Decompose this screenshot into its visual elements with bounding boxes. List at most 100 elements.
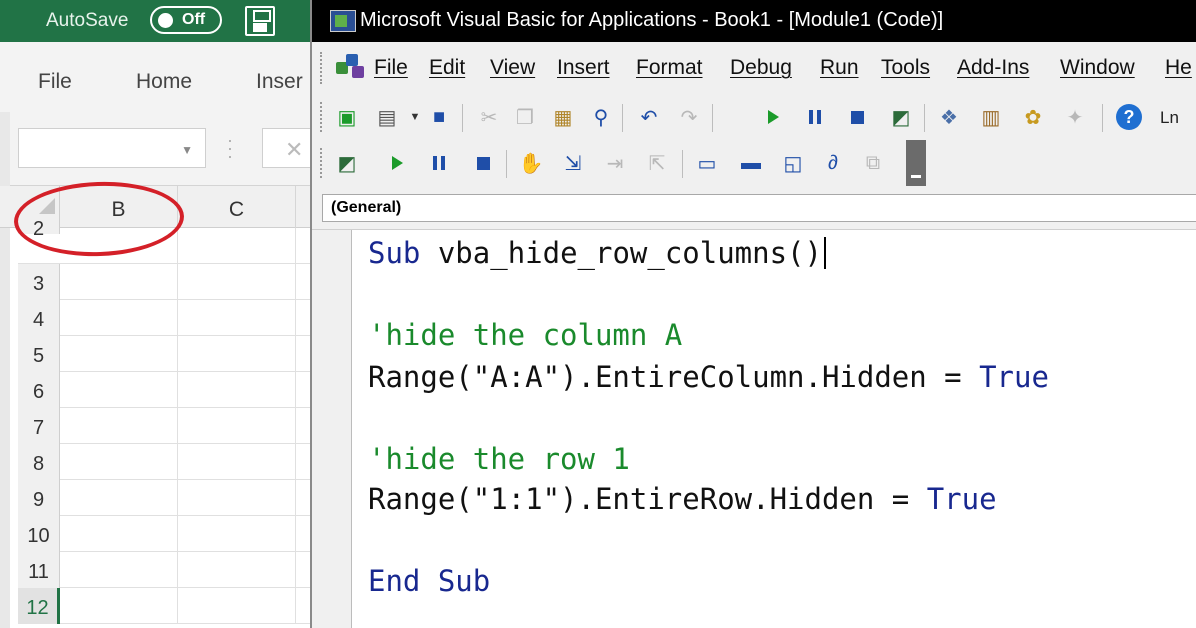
chevron-down-icon[interactable]: ▼: [181, 143, 193, 157]
menu-run[interactable]: Run: [820, 56, 859, 80]
tab-home[interactable]: Home: [136, 70, 192, 94]
cell[interactable]: [60, 516, 178, 552]
cell[interactable]: [178, 480, 296, 516]
cursor-position-label: Ln: [1160, 108, 1179, 127]
menu-insert[interactable]: Insert: [557, 56, 610, 80]
cell[interactable]: [178, 300, 296, 336]
call-stack-icon[interactable]: ⧉: [858, 148, 888, 178]
code-line-3[interactable]: Range("1:1").EntireRow.Hidden = True: [368, 482, 997, 516]
row-header[interactable]: 8: [18, 444, 60, 480]
grip-icon[interactable]: [320, 102, 324, 132]
cell[interactable]: [60, 408, 178, 444]
row-header[interactable]: 5: [18, 336, 60, 372]
tab-insert[interactable]: Inser: [256, 70, 303, 94]
cell[interactable]: [178, 444, 296, 480]
row-header[interactable]: 6: [18, 372, 60, 408]
reset-icon[interactable]: [468, 148, 498, 178]
code-line-1[interactable]: Sub vba_hide_row_columns(): [368, 236, 826, 270]
cell[interactable]: [178, 228, 296, 264]
formula-input[interactable]: ✕: [262, 128, 310, 168]
cell[interactable]: [178, 516, 296, 552]
copy-icon[interactable]: ❐: [510, 102, 540, 132]
name-box[interactable]: ▼: [18, 128, 206, 168]
code-comment-1[interactable]: 'hide the column A: [368, 318, 682, 352]
menu-format[interactable]: Format: [636, 56, 703, 80]
redo-icon[interactable]: ↷: [674, 102, 704, 132]
menu-debug[interactable]: Debug: [730, 56, 792, 80]
cell[interactable]: [178, 264, 296, 300]
undo-icon[interactable]: ↶: [634, 102, 664, 132]
find-icon[interactable]: ⚲: [586, 102, 616, 132]
row-header-active[interactable]: 12: [18, 588, 60, 624]
row-header[interactable]: 11: [18, 552, 60, 588]
run-icon[interactable]: [758, 102, 788, 132]
save-icon[interactable]: ■: [424, 102, 454, 132]
help-icon[interactable]: ?: [1114, 102, 1144, 132]
cell[interactable]: [60, 372, 178, 408]
excel-vba-icon[interactable]: [336, 54, 366, 82]
cell[interactable]: [178, 336, 296, 372]
row-header[interactable]: 7: [18, 408, 60, 444]
object-combo[interactable]: (General): [322, 194, 1196, 222]
table-row: 8: [18, 444, 310, 480]
row-header[interactable]: 3: [18, 264, 60, 300]
cell[interactable]: [60, 300, 178, 336]
cell[interactable]: [60, 264, 178, 300]
design-mode-icon[interactable]: ◩: [886, 102, 916, 132]
menu-add-ins[interactable]: Add-Ins: [957, 56, 1029, 80]
cell[interactable]: [60, 480, 178, 516]
cell[interactable]: [60, 552, 178, 588]
column-header-c[interactable]: C: [178, 186, 296, 228]
row-header[interactable]: 10: [18, 516, 60, 552]
row-header[interactable]: 4: [18, 300, 60, 336]
design-mode-icon[interactable]: ◩: [332, 148, 362, 178]
breakpoint-margin[interactable]: [312, 230, 352, 628]
grip-icon[interactable]: [320, 148, 324, 178]
reset-icon[interactable]: [842, 102, 872, 132]
cell[interactable]: [60, 336, 178, 372]
locals-window-icon[interactable]: ▭: [692, 148, 722, 178]
cancel-icon[interactable]: ✕: [285, 137, 303, 163]
view-excel-icon[interactable]: ▣: [332, 102, 362, 132]
break-icon[interactable]: [800, 102, 830, 132]
step-into-icon[interactable]: ⇲: [558, 148, 588, 178]
save-icon[interactable]: [245, 6, 275, 36]
cell[interactable]: [60, 444, 178, 480]
menu-help[interactable]: He: [1165, 56, 1192, 80]
tab-file[interactable]: File: [38, 70, 72, 94]
paste-icon[interactable]: ▦: [548, 102, 578, 132]
cell[interactable]: [178, 408, 296, 444]
cut-icon[interactable]: ✂: [474, 102, 504, 132]
immediate-window-icon[interactable]: ▬: [736, 148, 766, 178]
code-line-2[interactable]: Range("A:A").EntireColumn.Hidden = True: [368, 360, 1049, 394]
grip-icon[interactable]: [320, 52, 324, 84]
menu-window[interactable]: Window: [1060, 56, 1135, 80]
toggle-breakpoint-icon[interactable]: ✋: [516, 148, 546, 178]
cell[interactable]: [178, 552, 296, 588]
step-over-icon[interactable]: ⇥: [600, 148, 630, 178]
insert-userform-icon[interactable]: ▤: [372, 102, 402, 132]
menu-edit[interactable]: Edit: [429, 56, 465, 80]
code-editor[interactable]: Sub vba_hide_row_columns() 'hide the col…: [312, 230, 1196, 628]
cell[interactable]: [178, 372, 296, 408]
step-out-icon[interactable]: ⇱: [642, 148, 672, 178]
watch-window-icon[interactable]: ◱: [778, 148, 808, 178]
cell[interactable]: [178, 588, 296, 624]
row-header[interactable]: 9: [18, 480, 60, 516]
toolbar-separator: [1102, 104, 1103, 132]
break-icon[interactable]: [424, 148, 454, 178]
toolbox-icon[interactable]: ✦: [1060, 102, 1090, 132]
quick-watch-icon[interactable]: ∂: [818, 148, 848, 178]
toolbar-overflow-button[interactable]: [906, 140, 926, 186]
code-end-sub[interactable]: End Sub: [368, 564, 490, 598]
project-explorer-icon[interactable]: ❖: [934, 102, 964, 132]
menu-view[interactable]: View: [490, 56, 535, 80]
autosave-toggle[interactable]: Off: [150, 6, 222, 34]
run-icon[interactable]: [382, 148, 412, 178]
menu-tools[interactable]: Tools: [881, 56, 930, 80]
menu-file[interactable]: File: [374, 56, 408, 80]
code-comment-2[interactable]: 'hide the row 1: [368, 442, 630, 476]
object-browser-icon[interactable]: ✿: [1018, 102, 1048, 132]
cell[interactable]: [60, 588, 178, 624]
properties-icon[interactable]: ▥: [976, 102, 1006, 132]
